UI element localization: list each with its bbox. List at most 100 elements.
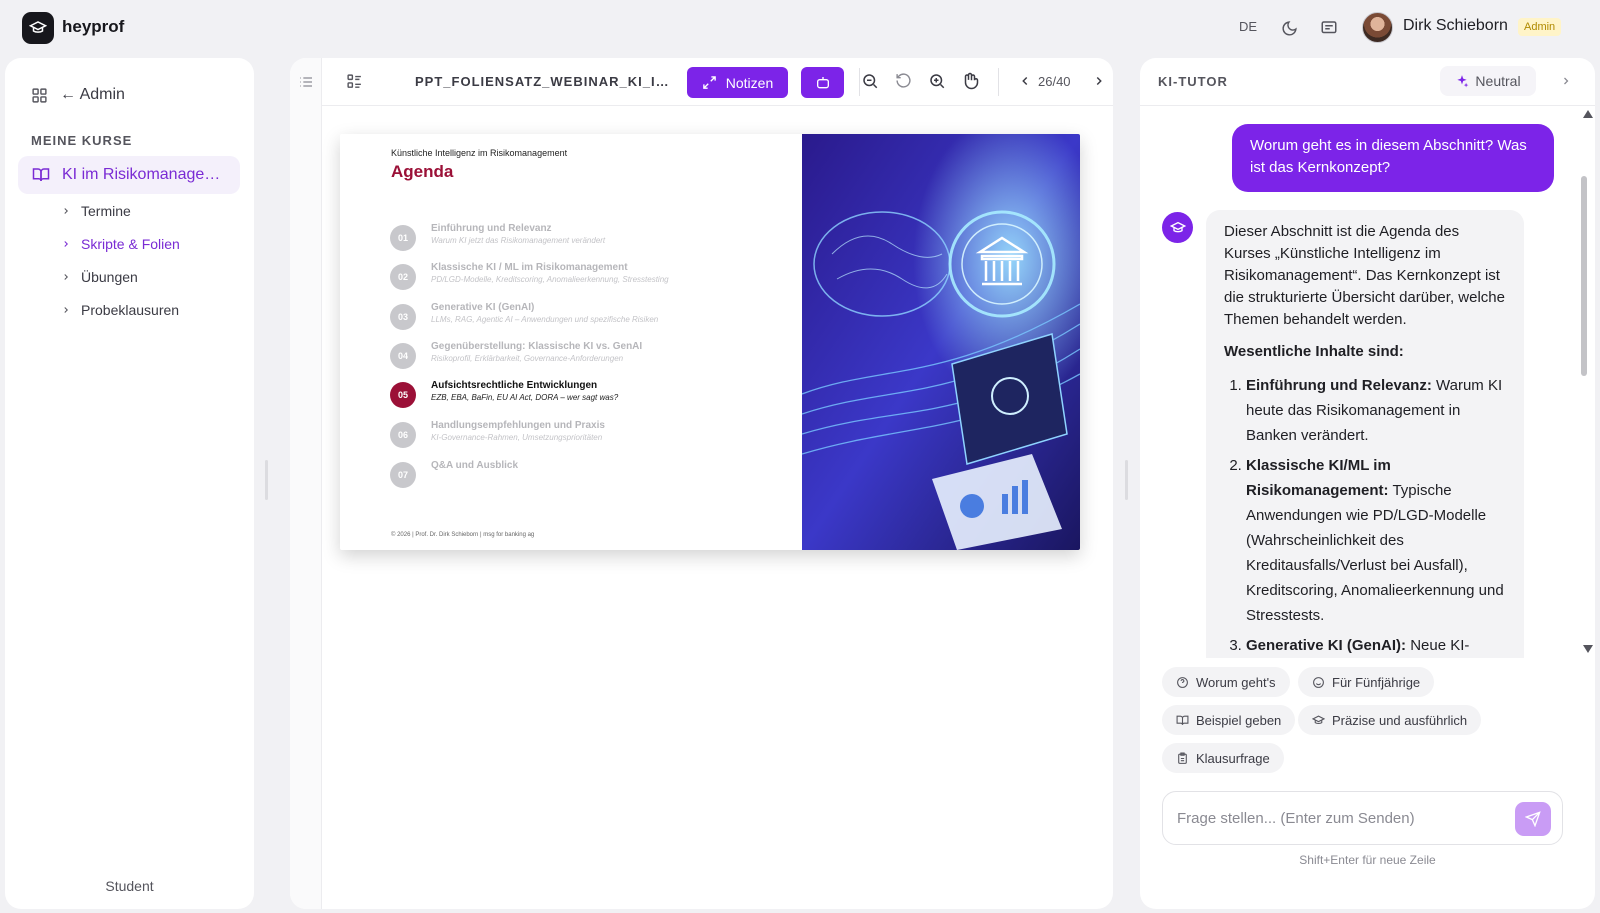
point-title: Einführung und Relevanz: xyxy=(1246,377,1432,394)
avatar[interactable] xyxy=(1362,12,1393,43)
help-circle-icon xyxy=(1177,676,1188,688)
chevron-right-icon xyxy=(64,307,68,313)
user-message: Worum geht es in diesem Abschnitt? Was i… xyxy=(1232,124,1554,192)
zoom-in-icon[interactable] xyxy=(928,72,946,90)
sidebar-item-uebungen[interactable]: Übungen xyxy=(61,269,138,285)
agenda-number: 06 xyxy=(390,422,416,448)
zoom-out-icon[interactable] xyxy=(861,72,879,90)
scroll-down-icon[interactable] xyxy=(1583,645,1593,653)
sidebar-item-probeklausuren[interactable]: Probeklausuren xyxy=(61,302,179,318)
question-input[interactable] xyxy=(1177,806,1507,830)
sparkle-icon xyxy=(1457,75,1469,88)
agenda-number: 05 xyxy=(390,382,416,408)
agenda-subtitle: PD/LGD-Modelle, Kreditscoring, Anomaliee… xyxy=(431,275,669,284)
language-toggle[interactable]: DE xyxy=(1239,19,1257,34)
chip-label: Für Fünfjährige xyxy=(1332,674,1421,690)
agenda-item: 03 Generative KI (GenAI) LLMs, RAG, Agen… xyxy=(390,302,790,334)
chip-label: Klausurfrage xyxy=(1196,750,1270,766)
graduation-cap-icon xyxy=(1312,715,1325,724)
chevron-right-icon xyxy=(64,208,68,214)
collapse-panel-icon[interactable] xyxy=(1560,75,1572,87)
document-filename: PPT_FOLIENSATZ_WEBINAR_KI_IM_RISIKOMANAG… xyxy=(415,74,677,89)
thumbnails-icon[interactable] xyxy=(346,73,363,90)
role-badge: Admin xyxy=(1518,18,1562,36)
point-text: Neue KI- xyxy=(1406,637,1470,654)
toolbar-divider xyxy=(998,68,999,96)
role-label: Student xyxy=(105,878,154,894)
tutor-heading: Wesentliche Inhalte sind: xyxy=(1224,343,1404,360)
list-item: Generative KI (GenAI): Neue KI- xyxy=(1246,633,1506,658)
resize-handle-right[interactable] xyxy=(1125,460,1128,500)
chip-fuenfjaehrige[interactable]: Für Fünfjährige xyxy=(1298,667,1435,697)
notes-button-label: Notizen xyxy=(725,74,774,91)
slide-footer: © 2026 | Prof. Dr. Dirk Schieborn | msg … xyxy=(391,532,535,538)
agenda-item: 04 Gegenüberstellung: Klassische KI vs. … xyxy=(390,341,790,373)
brand-name: heyprof xyxy=(62,17,125,36)
scroll-up-icon[interactable] xyxy=(1583,110,1593,118)
book-icon xyxy=(32,168,50,182)
tone-selector[interactable]: Neutral xyxy=(1440,66,1536,96)
top-bar: heyprof DE Dirk Schieborn Admin xyxy=(0,0,1600,56)
agenda-number: 01 xyxy=(390,225,416,251)
agenda-subtitle: Risikoprofil, Erklärbarkeit, Governance-… xyxy=(431,354,624,363)
agenda-title: Klassische KI / ML im Risikomanagement xyxy=(431,262,628,273)
send-icon xyxy=(1525,811,1541,827)
chip-label: Präzise und ausführlich xyxy=(1332,712,1468,728)
chat-scrollbar[interactable] xyxy=(1581,176,1587,376)
sidebar-item-label: Termine xyxy=(81,203,131,219)
dark-mode-icon[interactable] xyxy=(1278,17,1300,39)
tutor-message: Dieser Abschnitt ist die Agenda des Kurs… xyxy=(1206,210,1524,658)
agenda-title: Einführung und Relevanz xyxy=(431,223,552,234)
tutor-intro: Dieser Abschnitt ist die Agenda des Kurs… xyxy=(1224,223,1505,328)
agenda-subtitle: Warum KI jetzt das Risikomanagement verä… xyxy=(431,236,606,245)
slide-kicker: Künstliche Intelligenz im Risikomanageme… xyxy=(391,148,568,158)
rotate-icon[interactable] xyxy=(895,72,912,89)
chip-praezise[interactable]: Präzise und ausführlich xyxy=(1298,705,1482,735)
ai-tutor-panel: KI-TUTOR Neutral Worum geht es in diesem… xyxy=(1140,58,1595,909)
logo-icon[interactable] xyxy=(22,12,54,44)
sidebar-item-skripte[interactable]: Skripte & Folien xyxy=(61,236,180,252)
list-item: Einführung und Relevanz: Warum KI heute … xyxy=(1246,373,1506,448)
prev-page-icon[interactable] xyxy=(1018,74,1032,88)
clipboard-icon xyxy=(1178,752,1187,764)
chevron-right-icon xyxy=(64,241,68,247)
agenda-title: Handlungsempfehlungen und Praxis xyxy=(431,420,605,431)
sidebar-item-label: Übungen xyxy=(81,269,138,285)
agenda-number: 07 xyxy=(390,462,416,488)
toolbar-divider xyxy=(859,68,860,96)
course-label: KI im Risikomanagement xyxy=(62,166,230,183)
list-icon[interactable] xyxy=(298,74,314,90)
agenda-number: 04 xyxy=(390,343,416,369)
chip-klausurfrage[interactable]: Klausurfrage xyxy=(1162,743,1284,773)
slide-title: Agenda xyxy=(391,162,454,181)
ai-assistant-button[interactable] xyxy=(801,67,844,98)
agenda-title: Generative KI (GenAI) xyxy=(431,302,535,313)
hand-tool-icon[interactable] xyxy=(961,72,979,90)
feedback-icon[interactable] xyxy=(1318,17,1340,39)
agenda-title: Gegenüberstellung: Klassische KI vs. Gen… xyxy=(431,341,643,352)
sidebar-item-termine[interactable]: Termine xyxy=(61,203,131,219)
agenda-item: 02 Klassische KI / ML im Risikomanagemen… xyxy=(390,262,790,294)
sidebar-item-course[interactable]: KI im Risikomanagement xyxy=(18,156,240,194)
point-title: Generative KI (GenAI): xyxy=(1246,637,1407,654)
next-page-icon[interactable] xyxy=(1092,74,1106,88)
chip-label: Beispiel geben xyxy=(1196,712,1282,728)
agenda-subtitle: EZB, EBA, BaFin, EU AI Act, DORA – wer s… xyxy=(431,393,619,402)
outline-strip xyxy=(290,58,322,909)
chip-beispiel[interactable]: Beispiel geben xyxy=(1162,705,1296,735)
book-open-icon xyxy=(1176,715,1189,725)
chip-worum[interactable]: Worum geht's xyxy=(1162,667,1290,697)
agenda-number: 03 xyxy=(390,304,416,330)
agenda-title: Q&A und Ausblick xyxy=(431,460,519,471)
back-to-admin-link[interactable]: ← Admin xyxy=(31,86,125,104)
tutor-title: KI-TUTOR xyxy=(1158,74,1228,89)
agenda-item: 07 Q&A und Ausblick xyxy=(390,460,790,492)
tone-label: Neutral xyxy=(1475,73,1521,89)
agenda-item: 06 Handlungsempfehlungen und Praxis KI-G… xyxy=(390,420,790,452)
send-button[interactable] xyxy=(1515,802,1551,836)
user-name[interactable]: Dirk Schieborn xyxy=(1403,17,1508,35)
notes-button[interactable]: Notizen xyxy=(687,67,788,98)
resize-handle-left[interactable] xyxy=(265,460,268,500)
list-item: Klassische KI/ML im Risikomanagement: Ty… xyxy=(1246,453,1506,628)
point-text: Typische Anwendungen wie PD/LGD-Modelle … xyxy=(1246,482,1504,624)
